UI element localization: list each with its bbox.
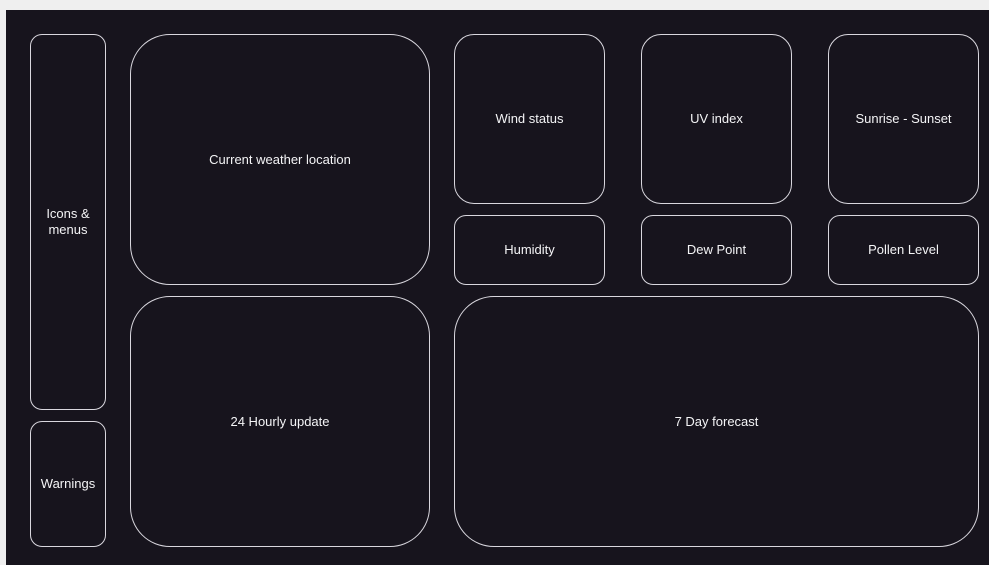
current-weather-panel[interactable]: Current weather location <box>130 34 430 285</box>
warnings-panel[interactable]: Warnings <box>30 421 106 547</box>
sunrise-sunset-label: Sunrise - Sunset <box>855 111 952 126</box>
uv-index-panel[interactable]: UV index <box>641 34 792 204</box>
pollen-level-label: Pollen Level <box>868 242 939 257</box>
dew-point-panel[interactable]: Dew Point <box>641 215 792 285</box>
warnings-label: Warnings <box>40 476 96 491</box>
uv-index-label: UV index <box>690 111 743 126</box>
wind-status-label: Wind status <box>495 111 564 126</box>
pollen-level-panel[interactable]: Pollen Level <box>828 215 979 285</box>
current-weather-label: Current weather location <box>209 151 351 167</box>
seven-day-forecast-label: 7 Day forecast <box>674 413 759 429</box>
dew-point-label: Dew Point <box>686 242 747 257</box>
hourly-update-label: 24 Hourly update <box>230 413 330 429</box>
sunrise-sunset-panel[interactable]: Sunrise - Sunset <box>828 34 979 204</box>
wind-status-panel[interactable]: Wind status <box>454 34 605 204</box>
icons-menus-label: Icons & menus <box>46 206 90 237</box>
seven-day-forecast-panel[interactable]: 7 Day forecast <box>454 296 979 547</box>
dashboard-wireframe: Icons & menus Warnings Current weather l… <box>6 10 989 565</box>
hourly-update-panel[interactable]: 24 Hourly update <box>130 296 430 547</box>
humidity-panel[interactable]: Humidity <box>454 215 605 285</box>
humidity-label: Humidity <box>504 242 555 257</box>
icons-menus-panel[interactable]: Icons & menus <box>30 34 106 410</box>
